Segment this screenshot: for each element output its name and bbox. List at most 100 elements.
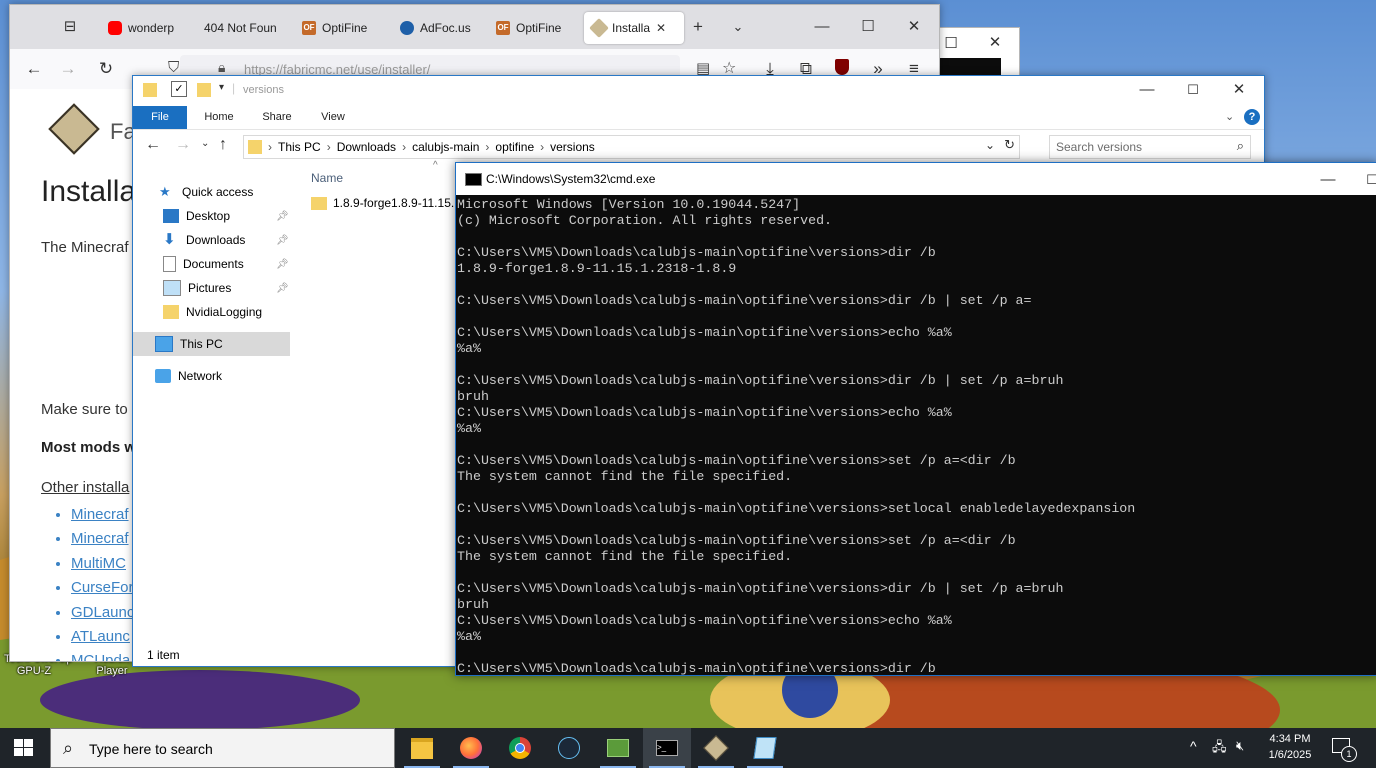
nav-desktop[interactable]: Desktop 📌︎ [133,204,290,228]
installer-link[interactable]: MultiMC [71,552,134,576]
reload-icon[interactable]: ↻ [96,59,116,79]
file-row[interactable]: 1.8.9-forge1.8.9-11.15.1 [311,196,461,210]
notification-badge: 1 [1341,746,1357,762]
maximize-icon[interactable]: ☐ [1362,172,1376,188]
background-window[interactable]: ☐ ✕ [938,27,1020,77]
nav-downloads[interactable]: ⬇ Downloads 📌︎ [133,228,290,252]
cmd-window[interactable]: C:\Windows\System32\cmd.exe — ☐ Microsof… [455,162,1376,676]
tab-share[interactable]: Share [255,106,299,129]
search-placeholder: Type here to search [89,741,213,757]
maximize-icon[interactable]: ☐ [941,36,961,52]
tab-adfocus[interactable]: AdFoc.us [400,12,488,44]
taskbar-fabric-installer[interactable] [692,728,740,768]
up-icon[interactable]: ↑ [219,136,227,154]
breadcrumb-this-pc[interactable]: This PC [278,140,321,154]
console-output[interactable]: Microsoft Windows [Version 10.0.19044.52… [457,197,1372,675]
search-input[interactable]: Search versions ⌕ [1049,135,1251,159]
taskbar-steam[interactable] [545,728,593,768]
taskbar-notepad[interactable] [741,728,789,768]
breadcrumb-versions[interactable]: versions [550,140,595,154]
new-tab-icon[interactable]: + [688,17,708,37]
pin-icon[interactable]: 📌︎ [276,235,289,246]
console-line: C:\Users\VM5\Downloads\calubjs-main\opti… [457,325,952,340]
maximize-icon[interactable]: ☐ [1183,82,1203,98]
close-icon[interactable]: ✕ [904,19,924,35]
search-icon[interactable]: ⌕ [1237,138,1244,154]
ribbon-tabs: File Home Share View ⌄ ? [133,106,1264,130]
taskbar-cmd[interactable]: >_ [643,728,691,768]
taskbar-task-manager[interactable] [594,728,642,768]
properties-icon[interactable]: ✓ [171,81,187,97]
nav-network[interactable]: Network [133,364,290,388]
tab-label: AdFoc.us [420,21,471,35]
installer-link[interactable]: CurseFor [71,576,134,600]
pin-icon[interactable]: 📌︎ [276,259,289,270]
installer-link[interactable]: Minecraf [71,527,134,551]
taskbar-file-explorer[interactable] [398,728,446,768]
chevron-down-icon[interactable]: ⌄ [728,17,748,37]
windows-start-icon[interactable] [14,739,34,757]
quick-access-toolbar-dropdown-icon[interactable]: ▾ [219,82,224,93]
installer-link[interactable]: GDLaunc [71,601,134,625]
nav-nvidialogging[interactable]: NvidiaLogging [133,300,290,324]
forward-icon[interactable]: → [58,59,78,79]
back-icon[interactable]: ← [145,136,161,154]
installer-link[interactable]: Minecraf [71,503,134,527]
tab-view[interactable]: View [311,106,355,129]
breadcrumb-calubjs-main[interactable]: calubjs-main [412,140,479,154]
tab-optifine-1[interactable]: OF OptiFine [302,12,390,44]
recent-locations-icon[interactable]: ⌄ [201,138,209,149]
shield-icon[interactable]: ⛉ [168,59,179,76]
nav-quick-access[interactable]: ★ Quick access [133,180,290,204]
documents-icon [163,256,176,272]
tab-fabric-installer[interactable]: Installa ✕ [584,12,684,44]
taskbar-search[interactable]: ⌕ Type here to search [50,728,395,768]
close-icon[interactable]: ✕ [985,35,1005,51]
tab-youtube[interactable]: wonderp [108,12,192,44]
nav-this-pc[interactable]: This PC [133,332,290,356]
note-text: Make sure to [41,401,128,418]
minimize-icon[interactable]: — [812,19,832,35]
network-icon[interactable]: 🖧︎ [1212,738,1227,760]
tab-close-icon[interactable]: ✕ [656,21,666,35]
column-header-name[interactable]: Name [311,171,343,185]
lock-icon[interactable]: 🔒︎ [218,59,225,76]
taskbar-firefox[interactable] [447,728,495,768]
breadcrumb-optifine[interactable]: optifine [495,140,534,154]
help-icon[interactable]: ? [1244,109,1260,125]
refresh-icon[interactable]: ↻ [1004,137,1015,153]
optifine-icon: OF [496,21,510,35]
chevron-down-icon[interactable]: ⌄ [1225,110,1234,123]
tab-optifine-2[interactable]: OF OptiFine [496,12,580,44]
show-hidden-icons-icon[interactable]: ^ [1190,738,1197,754]
pin-icon[interactable]: 📌︎ [276,211,289,222]
chrome-icon [509,737,531,759]
tab-404[interactable]: 404 Not Foun [204,12,288,44]
installer-link[interactable]: ATLaunc [71,625,134,649]
back-icon[interactable]: ← [24,59,44,79]
breadcrumb-downloads[interactable]: Downloads [337,140,396,154]
nav-pictures[interactable]: Pictures 📌︎ [133,276,290,300]
address-bar[interactable]: › This PC › Downloads › calubjs-main › o… [243,135,1020,159]
maximize-icon[interactable]: ☐ [858,19,878,35]
volume-muted-icon[interactable]: 🔇︎ [1236,738,1244,754]
tab-home[interactable]: Home [197,106,241,129]
forward-icon[interactable]: → [175,136,191,154]
close-icon[interactable]: ✕ [1229,82,1249,98]
system-clock[interactable]: 4:34 PM 1/6/2025 [1262,731,1318,763]
installer-link[interactable]: MCUpda [71,649,134,661]
taskbar-chrome[interactable] [496,728,544,768]
nav-documents[interactable]: Documents 📌︎ [133,252,290,276]
minimize-icon[interactable]: — [1137,82,1157,98]
chevron-down-icon[interactable]: ⌄ [985,138,995,152]
pin-icon[interactable]: 📌︎ [276,283,289,294]
pictures-icon [163,280,181,296]
new-folder-icon[interactable] [197,83,211,97]
tab-file[interactable]: File [133,106,187,129]
tab-list-icon[interactable]: ⊟ [60,17,80,37]
notification-center-icon[interactable]: 1 [1332,738,1357,762]
console-line: %a% [457,629,481,644]
minimize-icon[interactable]: — [1318,172,1338,188]
